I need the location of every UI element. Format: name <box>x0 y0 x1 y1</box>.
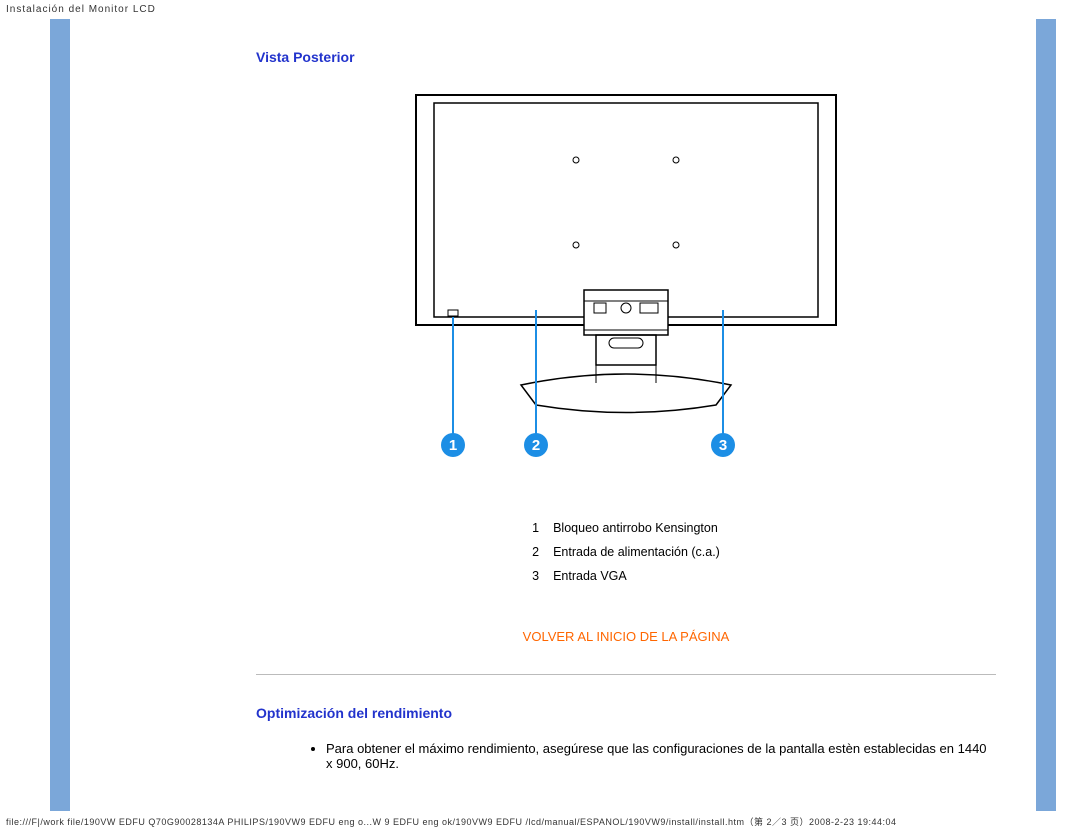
legend-text: Entrada de alimentación (c.a.) <box>547 541 726 563</box>
left-margin <box>0 19 50 811</box>
legend-table: 1 Bloqueo antirrobo Kensington 2 Entrada… <box>524 515 728 589</box>
page-body: Vista Posterior <box>0 19 1080 811</box>
legend-num: 2 <box>526 541 545 563</box>
table-row: 1 Bloqueo antirrobo Kensington <box>526 517 726 539</box>
svg-text:1: 1 <box>449 437 457 454</box>
list-item: Para obtener el máximo rendimiento, aseg… <box>326 741 996 771</box>
table-row: 2 Entrada de alimentación (c.a.) <box>526 541 726 563</box>
right-blue-bar <box>1036 19 1056 811</box>
svg-text:2: 2 <box>532 437 540 454</box>
page-header: Instalación del Monitor LCD <box>0 0 1080 19</box>
legend-text: Entrada VGA <box>547 565 726 587</box>
monitor-rear-diagram: 1 2 3 <box>356 85 896 485</box>
return-to-top-link[interactable]: VOLVER AL INICIO DE LA PÁGINA <box>256 629 996 644</box>
legend-num: 1 <box>526 517 545 539</box>
notes-list: Para obtener el máximo rendimiento, aseg… <box>286 741 996 771</box>
content-area: Vista Posterior <box>256 19 1036 811</box>
section-title-optimizacion: Optimización del rendimiento <box>256 705 996 721</box>
section-title-vista-posterior: Vista Posterior <box>256 49 996 65</box>
left-blue-bar <box>50 19 70 811</box>
right-margin <box>1056 19 1080 811</box>
divider <box>256 674 996 675</box>
legend-num: 3 <box>526 565 545 587</box>
footer-path: file:///F|/work file/190VW EDFU Q70G9002… <box>0 811 1080 832</box>
table-row: 3 Entrada VGA <box>526 565 726 587</box>
svg-text:3: 3 <box>719 437 727 454</box>
left-gap <box>70 19 256 811</box>
legend-text: Bloqueo antirrobo Kensington <box>547 517 726 539</box>
